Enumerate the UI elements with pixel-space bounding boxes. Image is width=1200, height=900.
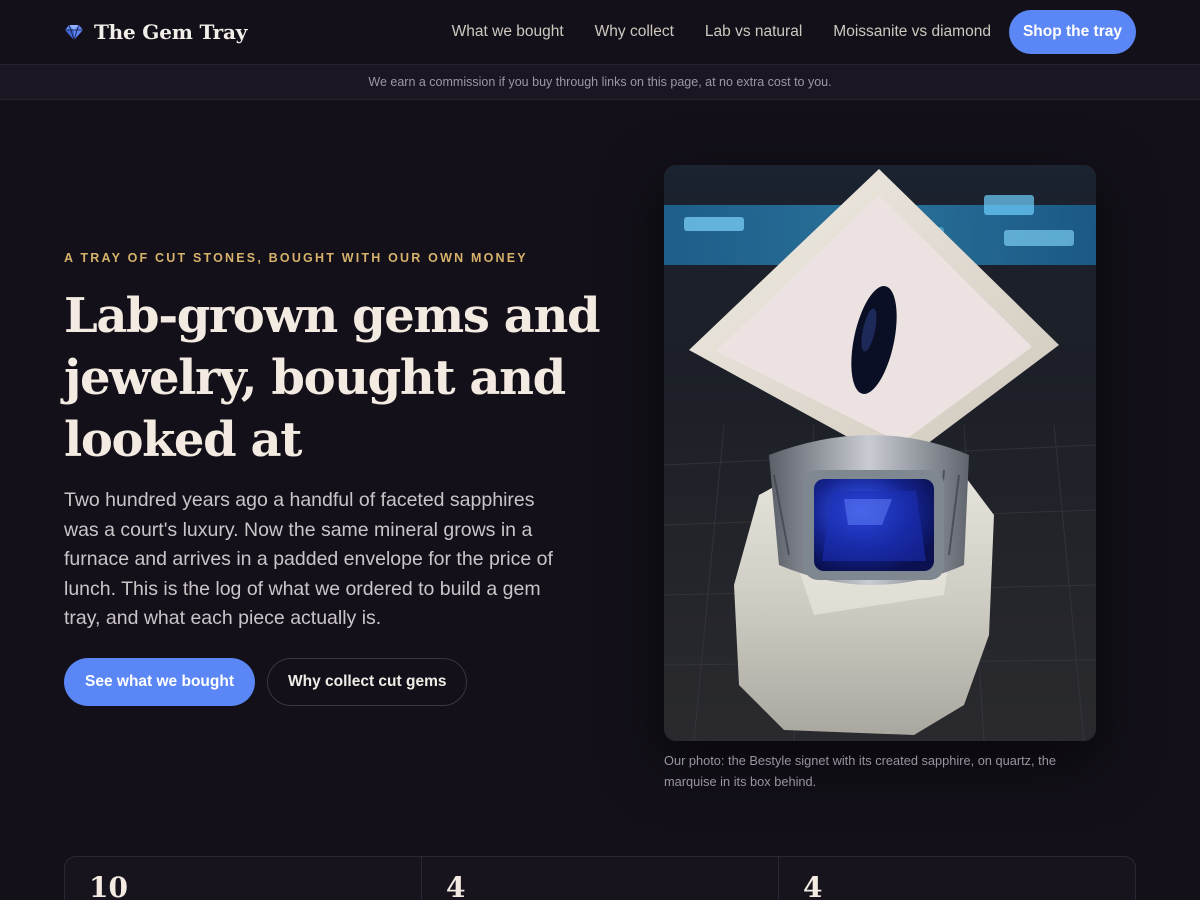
stat-item: 4: [778, 857, 1135, 900]
nav-link-lab-vs-natural[interactable]: Lab vs natural: [705, 23, 802, 41]
affiliate-disclosure: We earn a commission if you buy through …: [0, 64, 1200, 100]
hero-copy: Two hundred years ago a handful of facet…: [64, 489, 553, 629]
site-header: The Gem Tray What we bought Why collect …: [0, 0, 1200, 64]
hero-cta-row: See what we bought Why collect cut gems: [64, 658, 468, 706]
ring-on-quartz-photo: [664, 165, 1096, 741]
stat-item: 10: [65, 857, 421, 900]
diamond-icon: [65, 24, 83, 42]
brand-name: The Gem Tray: [94, 20, 248, 44]
stat-value: 4: [803, 871, 823, 900]
photo-caption: Our photo: the Bestyle signet with its c…: [664, 753, 1056, 789]
see-what-we-bought-button[interactable]: See what we bought: [64, 658, 255, 706]
hero-eyebrow: A tray of cut stones, bought with our ow…: [64, 251, 528, 265]
hero-title: Lab-grown gems and jewelry, bought and l…: [64, 288, 601, 468]
nav-link-what-we-bought[interactable]: What we bought: [452, 23, 564, 41]
stats-strip: 10 4 4: [64, 856, 1136, 900]
stat-value: 4: [446, 871, 466, 900]
nav-link-moissanite-vs-diamond[interactable]: Moissanite vs diamond: [833, 23, 991, 41]
nav-link-why-collect[interactable]: Why collect: [595, 23, 674, 41]
shop-the-tray-button[interactable]: Shop the tray: [1008, 10, 1136, 54]
stat-item: 4: [421, 857, 778, 900]
why-collect-button[interactable]: Why collect cut gems: [266, 658, 468, 706]
brand-logo[interactable]: The Gem Tray: [64, 20, 247, 44]
hero-photo: [664, 165, 1096, 741]
stat-value: 10: [89, 871, 128, 900]
main-nav: What we bought Why collect Lab vs natura…: [452, 10, 1136, 54]
